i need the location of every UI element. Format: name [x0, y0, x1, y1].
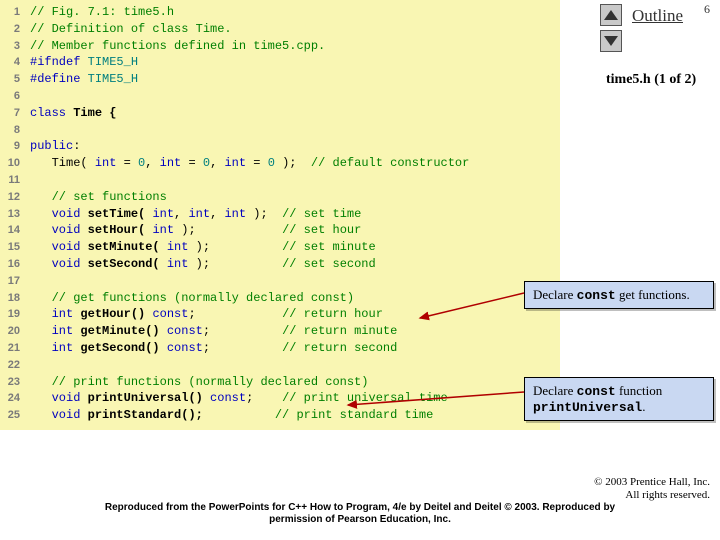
- code-content: public:: [30, 138, 80, 155]
- code-content: // set functions: [30, 189, 167, 206]
- callout-mono: const: [577, 384, 616, 399]
- code-content: void setHour( int ); // set hour: [30, 222, 361, 239]
- copyright-notice: © 2003 Prentice Hall, Inc. All rights re…: [594, 476, 710, 502]
- page-number: 6: [704, 2, 710, 17]
- code-line: 12 // set functions: [0, 189, 560, 206]
- code-content: void setMinute( int ); // set minute: [30, 239, 376, 256]
- code-content: void setSecond( int ); // set second: [30, 256, 376, 273]
- code-content: Time( int = 0, int = 0, int = 0 ); // de…: [30, 155, 469, 172]
- callout-mono: printUniversal: [533, 400, 642, 415]
- code-line: 11: [0, 172, 560, 189]
- line-number: 1: [0, 4, 20, 21]
- line-number: 10: [0, 155, 20, 172]
- code-panel: 1 // Fig. 7.1: time5.h 2 // Definition of c…: [0, 0, 560, 430]
- line-number: 22: [0, 357, 20, 374]
- nav-up-button[interactable]: [600, 4, 622, 26]
- code-content: // Fig. 7.1: time5.h: [30, 4, 174, 21]
- callout-text: Declare: [533, 383, 577, 398]
- code-line: 8: [0, 122, 560, 139]
- code-line: 22: [0, 357, 560, 374]
- callout-text: function: [616, 383, 663, 398]
- line-number: 16: [0, 256, 20, 273]
- callout-text: get functions.: [616, 287, 690, 302]
- code-content: // get functions (normally declared cons…: [30, 290, 354, 307]
- triangle-down-icon: [604, 36, 618, 46]
- line-number: 21: [0, 340, 20, 357]
- repro-line: permission of Pearson Education, Inc.: [269, 514, 451, 525]
- code-line: 25 void printStandard(); // print standa…: [0, 407, 560, 424]
- code-line: 13 void setTime( int, int, int ); // set…: [0, 206, 560, 223]
- code-content: #ifndef TIME5_H: [30, 54, 138, 71]
- line-number: 8: [0, 122, 20, 139]
- code-content: [30, 88, 37, 105]
- code-content: void setTime( int, int, int ); // set ti…: [30, 206, 361, 223]
- line-number: 9: [0, 138, 20, 155]
- code-line: 20 int getMinute() const; // return minu…: [0, 323, 560, 340]
- line-number: 4: [0, 54, 20, 71]
- code-line: 17: [0, 273, 560, 290]
- code-line: 24 void printUniversal() const; // print…: [0, 390, 560, 407]
- line-number: 17: [0, 273, 20, 290]
- outline-label: Outline: [632, 6, 683, 26]
- code-content: [30, 172, 37, 189]
- copyright-line: © 2003 Prentice Hall, Inc.: [594, 476, 710, 488]
- code-line: 16 void setSecond( int ); // set second: [0, 256, 560, 273]
- code-line: 18 // get functions (normally declared c…: [0, 290, 560, 307]
- code-line: 9 public:: [0, 138, 560, 155]
- code-content: [30, 273, 37, 290]
- line-number: 13: [0, 206, 20, 223]
- code-line: 4 #ifndef TIME5_H: [0, 54, 560, 71]
- code-content: int getSecond() const; // return second: [30, 340, 397, 357]
- line-number: 6: [0, 88, 20, 105]
- code-content: // print functions (normally declared co…: [30, 374, 368, 391]
- nav-down-button[interactable]: [600, 30, 622, 52]
- line-number: 25: [0, 407, 20, 424]
- line-number: 23: [0, 374, 20, 391]
- line-number: 15: [0, 239, 20, 256]
- line-number: 14: [0, 222, 20, 239]
- line-number: 19: [0, 306, 20, 323]
- code-line: 21 int getSecond() const; // return seco…: [0, 340, 560, 357]
- code-content: [30, 357, 37, 374]
- code-line: 23 // print functions (normally declared…: [0, 374, 560, 391]
- code-content: // Definition of class Time.: [30, 21, 232, 38]
- callout-mono: const: [577, 288, 616, 303]
- code-content: int getHour() const; // return hour: [30, 306, 383, 323]
- code-line: 6: [0, 88, 560, 105]
- slide-subtitle: time5.h (1 of 2): [606, 72, 696, 88]
- code-line: 19 int getHour() const; // return hour: [0, 306, 560, 323]
- copyright-line: All rights reserved.: [625, 489, 710, 501]
- code-line: 3 // Member functions defined in time5.cp…: [0, 38, 560, 55]
- code-line: 7 class Time {: [0, 105, 560, 122]
- line-number: 2: [0, 21, 20, 38]
- line-number: 18: [0, 290, 20, 307]
- code-content: class Time {: [30, 105, 116, 122]
- code-content: void printStandard(); // print standard …: [30, 407, 433, 424]
- callout-text: Declare: [533, 287, 577, 302]
- code-line: 2 // Definition of class Time.: [0, 21, 560, 38]
- code-line: 15 void setMinute( int ); // set minute: [0, 239, 560, 256]
- triangle-up-icon: [604, 10, 618, 20]
- reproduction-notice: Reproduced from the PowerPoints for C++ …: [0, 502, 720, 526]
- line-number: 12: [0, 189, 20, 206]
- line-number: 3: [0, 38, 20, 55]
- code-line: 14 void setHour( int ); // set hour: [0, 222, 560, 239]
- callout-text: .: [642, 399, 645, 414]
- line-number: 7: [0, 105, 20, 122]
- line-number: 5: [0, 71, 20, 88]
- code-line: 5 #define TIME5_H: [0, 71, 560, 88]
- code-content: int getMinute() const; // return minute: [30, 323, 397, 340]
- code-content: // Member functions defined in time5.cpp…: [30, 38, 325, 55]
- code-line: 10 Time( int = 0, int = 0, int = 0 ); //…: [0, 155, 560, 172]
- code-content: [30, 122, 37, 139]
- repro-line: Reproduced from the PowerPoints for C++ …: [105, 502, 615, 513]
- code-line: 1 // Fig. 7.1: time5.h: [0, 4, 560, 21]
- code-content: void printUniversal() const; // print un…: [30, 390, 448, 407]
- line-number: 24: [0, 390, 20, 407]
- callout-const-getters: Declare const get functions.: [524, 281, 714, 309]
- line-number: 20: [0, 323, 20, 340]
- code-content: #define TIME5_H: [30, 71, 138, 88]
- callout-printuniversal: Declare const function printUniversal.: [524, 377, 714, 421]
- line-number: 11: [0, 172, 20, 189]
